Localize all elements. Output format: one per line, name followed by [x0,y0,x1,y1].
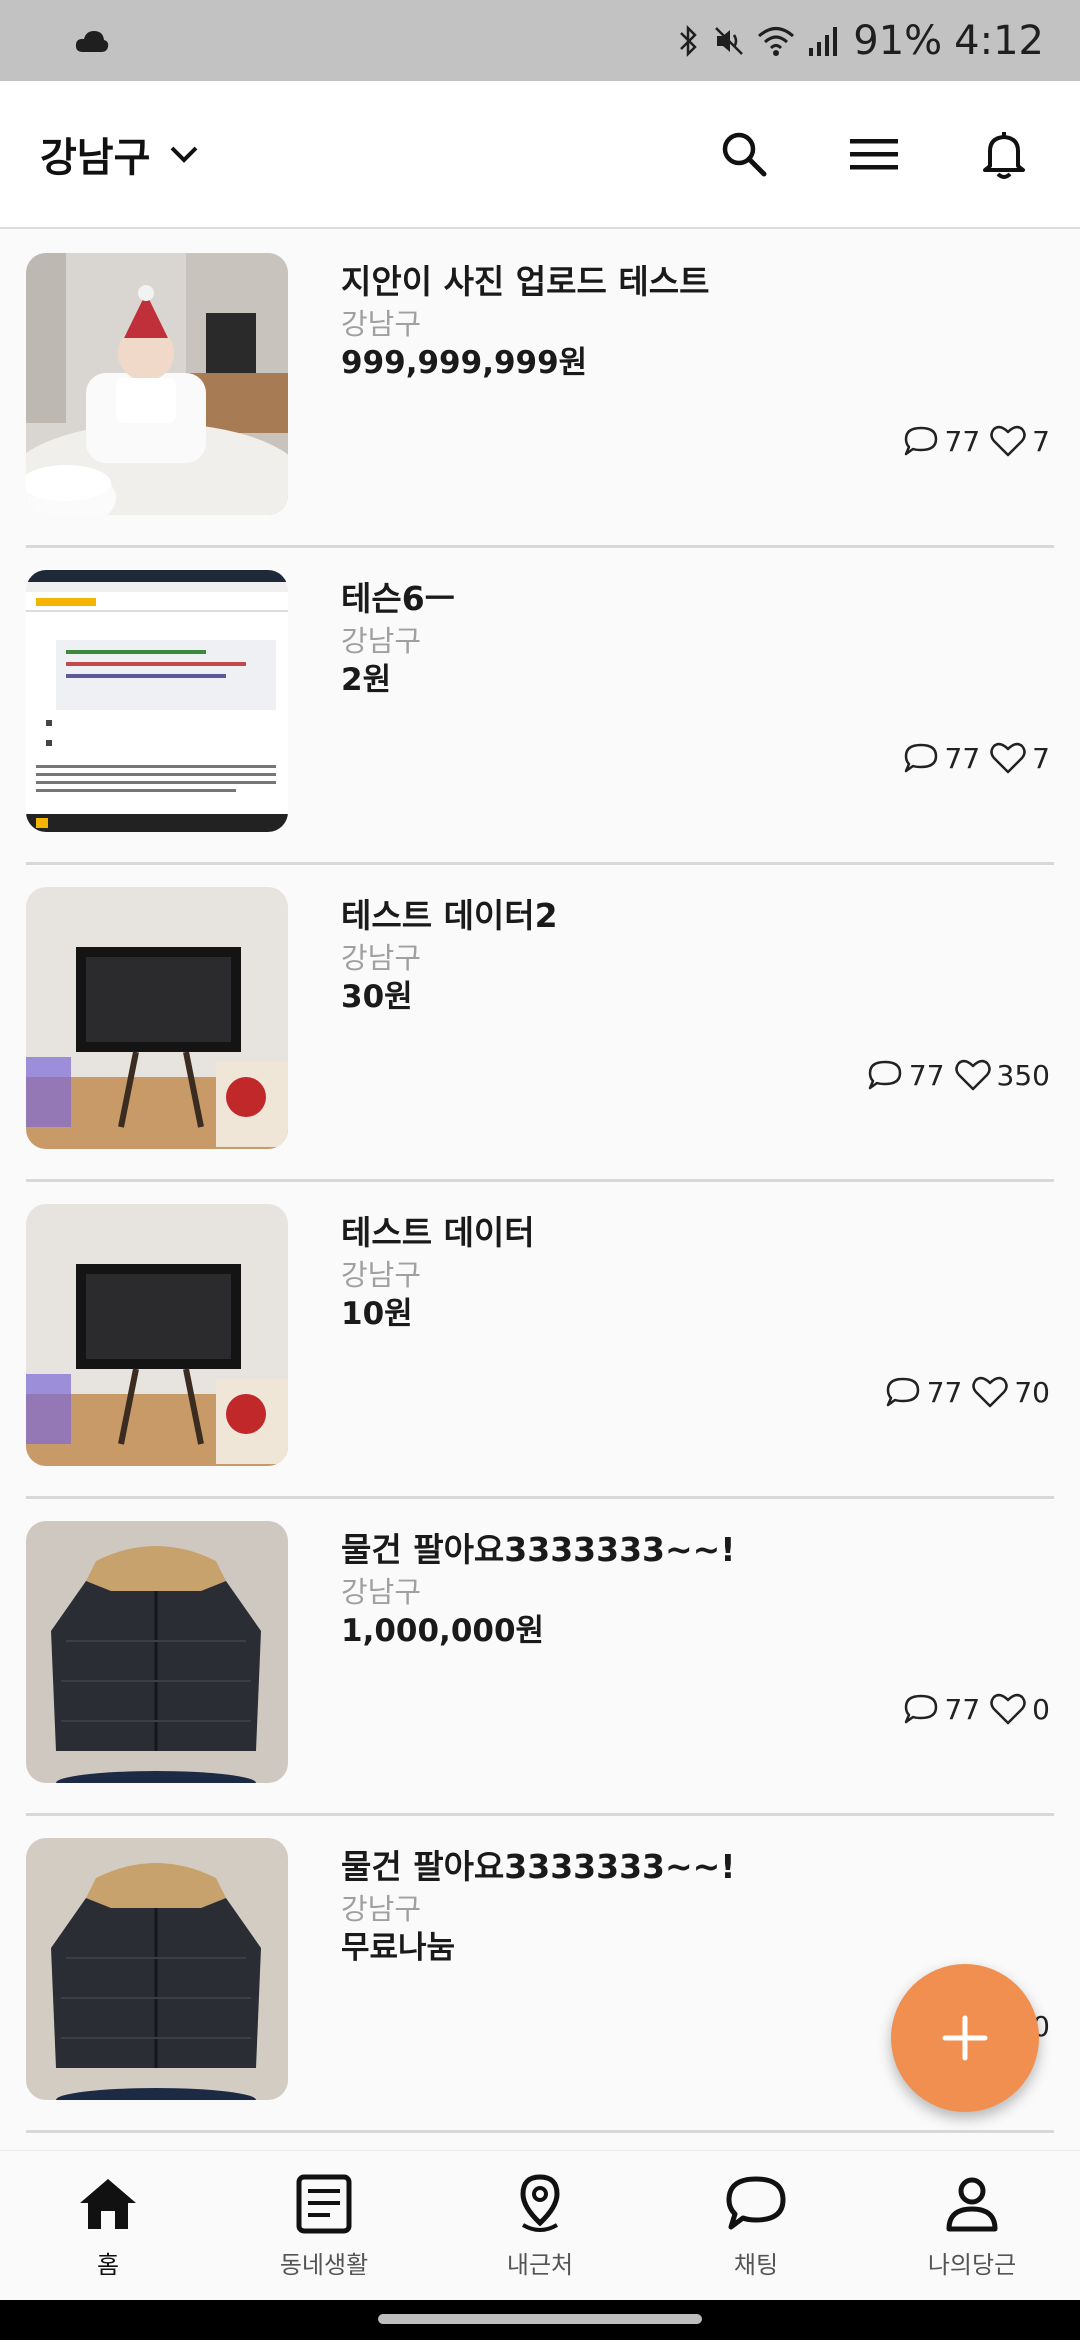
home-icon [80,2179,136,2229]
menu-button[interactable] [848,128,900,180]
nav-my[interactable]: 나의당근 [864,2151,1080,2300]
item-title: 테스트 데이터2 [341,896,558,935]
app-bar: 강남구 [0,81,1080,229]
comment-icon [904,426,937,456]
comment-count: 77 [944,741,981,775]
like-count: 7 [1032,741,1050,775]
list-item[interactable]: 지안이 사진 업로드 테스트 강남구 999,999,999원 77 7 [26,231,1054,548]
nav-nearby[interactable]: 내근처 [432,2151,648,2300]
item-price: 10원 [341,1296,413,1332]
screen: 91% 4:12 강남구 지안이 사진 업로드 테스트 강남구 999,999,… [0,0,1080,2340]
item-price: 2원 [341,662,392,698]
bell-icon [983,132,1025,179]
heart-icon [990,425,1026,457]
nav-nearby-label: 내근처 [506,2251,574,2279]
app-actions [718,128,1030,180]
item-stats: 77 70 [883,1372,1054,1412]
item-title: 테스트 데이터 [341,1213,535,1252]
battery-percent: 91% [853,17,943,64]
home-gesture-handle[interactable] [378,2314,702,2324]
screenshot-image [26,570,288,832]
heart-icon [972,1376,1009,1408]
list-item[interactable]: 물건 팔아요3333333~~! 강남구 1,000,000원 77 0 [26,1499,1054,1816]
location-pin-icon [520,2174,560,2232]
like-count: 7 [1032,424,1050,458]
comment-count: 77 [908,1058,945,1092]
list-item[interactable]: 테스트 데이터2 강남구 30원 77 350 [26,865,1054,1182]
product-thumbnail [26,1521,288,1783]
location-label: 강남구 [40,135,151,181]
item-title: 테슨6ㅡ [341,579,456,618]
comment-icon [904,1694,937,1724]
chat-icon [726,2176,786,2230]
clock: 4:12 [954,17,1044,64]
item-price: 1,000,000원 [341,1613,545,1649]
heart-icon [990,742,1026,774]
menu-icon [850,139,898,170]
status-bar: 91% 4:12 [0,0,1080,81]
notification-button[interactable] [978,128,1030,180]
item-title: 지안이 사진 업로드 테스트 [341,262,710,301]
search-icon [722,132,767,177]
nav-home[interactable]: 홈 [0,2151,216,2300]
chevron-down-icon [170,146,198,163]
product-thumbnail [26,570,288,832]
product-thumbnail [26,1204,288,1466]
like-count: 350 [996,1058,1050,1092]
nav-home-label: 홈 [96,2251,120,2279]
bluetooth-icon [680,24,698,57]
wifi-icon [758,26,795,56]
cloud-icon [75,30,109,52]
jacket-photo-image [26,1521,288,1783]
comment-icon [886,1377,919,1407]
nav-chat[interactable]: 채팅 [648,2151,864,2300]
heart-icon [954,1059,991,1091]
list-item[interactable]: 테스트 데이터 강남구 10원 77 70 [26,1182,1054,1499]
nav-community[interactable]: 동네생활 [216,2151,432,2300]
nav-community-label: 동네생활 [279,2251,369,2279]
item-stats: 77 7 [901,738,1054,778]
gesture-bar [0,2300,1080,2340]
list-item[interactable]: 테슨6ㅡ 강남구 2원 77 7 [26,548,1054,865]
comment-count: 77 [944,424,981,458]
status-icons: 91% 4:12 [675,18,1044,64]
item-price: 30원 [341,979,413,1015]
product-thumbnail [26,1838,288,2100]
item-price: 무료나눔 [341,1930,456,1966]
comment-icon [868,1060,902,1090]
search-button[interactable] [718,128,770,180]
item-stats: 77 7 [901,421,1054,461]
tv-photo-image [26,1204,288,1466]
mute-icon [715,26,744,55]
add-item-button[interactable] [891,1964,1039,2112]
like-count: 70 [1014,1375,1050,1409]
comment-count: 77 [926,1375,963,1409]
baby-photo-image [26,253,288,515]
product-thumbnail [26,253,288,515]
item-title: 물건 팔아요3333333~~! [341,1530,736,1569]
person-icon [946,2177,998,2232]
item-stats: 77 350 [865,1055,1054,1095]
comment-icon [904,743,937,773]
jacket-photo-image [26,1838,288,2100]
product-list: 지안이 사진 업로드 테스트 강남구 999,999,999원 77 7 테슨6… [0,231,1080,2149]
list-item[interactable]: 물건 팔아요3333333~~! 강남구 무료나눔 77 0 [26,1816,1054,2133]
article-icon [296,2174,352,2234]
item-price: 999,999,999원 [341,345,588,381]
item-title: 물건 팔아요3333333~~! [341,1847,736,1886]
tv-photo-image [26,887,288,1149]
product-thumbnail [26,887,288,1149]
nav-my-label: 나의당근 [927,2251,1017,2279]
signal-icon [809,26,838,56]
heart-icon [990,1693,1026,1725]
comment-count: 77 [944,1692,981,1726]
nav-chat-label: 채팅 [733,2251,779,2279]
location-selector[interactable]: 강남구 [40,125,204,183]
bottom-nav: 홈 동네생활 내근처 채팅 나의당근 [0,2150,1080,2300]
plus-icon [942,2015,988,2061]
item-stats: 77 0 [901,1689,1054,1729]
like-count: 0 [1032,1692,1050,1726]
